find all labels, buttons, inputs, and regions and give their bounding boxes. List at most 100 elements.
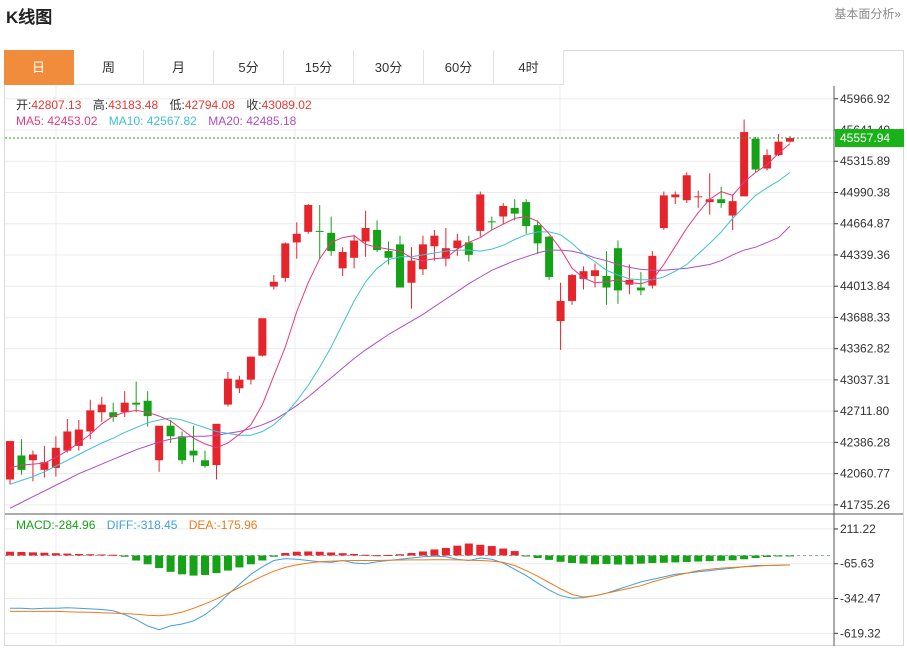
- candle-body: [418, 244, 427, 270]
- macd-bar: [384, 554, 393, 556]
- candle-body: [6, 441, 14, 480]
- macd-bar: [178, 555, 187, 575]
- ma10-label: MA10:: [108, 114, 144, 128]
- candle-body: [717, 199, 726, 204]
- open-label: 开:: [16, 98, 32, 112]
- macd-bar: [338, 553, 347, 556]
- macd-bar: [120, 555, 129, 557]
- ma20-value: 42485.18: [246, 114, 297, 128]
- macd-bar: [786, 555, 794, 557]
- candle-body: [430, 235, 439, 247]
- candle-body: [682, 175, 691, 201]
- price-tick-label: 43037.31: [840, 373, 890, 387]
- macd-tick-label: -619.32: [840, 626, 881, 640]
- candle-body: [384, 251, 393, 258]
- low-label: 低:: [169, 98, 185, 112]
- macd-bar: [613, 555, 622, 565]
- candle-body: [613, 248, 622, 291]
- candle-body: [258, 318, 267, 356]
- macd-bar: [625, 555, 634, 565]
- macd-bar: [17, 551, 26, 556]
- macd-bar: [763, 555, 772, 557]
- ma10-value: 42567.82: [146, 114, 197, 128]
- price-tick-label: 43362.82: [840, 342, 890, 356]
- price-tick-label: 44013.84: [840, 279, 890, 293]
- macd-bar: [510, 551, 519, 556]
- macd-bar: [522, 555, 531, 557]
- macd-bar: [774, 555, 783, 557]
- candle-body: [86, 410, 95, 432]
- macd-bar: [659, 555, 668, 563]
- price-tick-label: 42711.80: [840, 404, 889, 418]
- macd-label: MACD:: [16, 518, 55, 532]
- price-tick-label: 41735.26: [840, 498, 890, 512]
- macd-bar: [568, 555, 577, 564]
- candle-body: [556, 300, 565, 322]
- macd-bar: [281, 552, 290, 556]
- macd-bar: [246, 555, 255, 565]
- candle-body: [728, 201, 737, 216]
- high-value: 43183.48: [108, 98, 159, 112]
- macd-bar: [304, 551, 313, 556]
- macd-bar: [269, 555, 278, 557]
- macd-bar: [201, 555, 209, 575]
- dea-label: DEA:: [188, 518, 217, 532]
- macd-bar: [51, 553, 60, 556]
- macd-bar: [453, 545, 462, 556]
- ma20-label: MA20:: [208, 114, 243, 128]
- macd-bar: [694, 555, 703, 562]
- candle-body: [212, 423, 221, 466]
- candle-body: [659, 195, 668, 229]
- macd-bar: [533, 555, 542, 558]
- price-tick-label: 44339.36: [840, 248, 890, 262]
- candle-body: [269, 281, 278, 287]
- candle-body: [17, 455, 26, 470]
- candle-body: [361, 228, 370, 242]
- macd-bar: [476, 544, 485, 556]
- macd-bar: [407, 552, 416, 556]
- macd-bar: [28, 552, 37, 556]
- price-tick-label: 42386.28: [840, 435, 890, 449]
- macd-bar: [545, 555, 554, 560]
- macd-bar: [751, 555, 760, 558]
- macd-bar: [441, 547, 450, 556]
- current-price-value: 45557.94: [840, 131, 890, 145]
- candle-body: [407, 260, 416, 283]
- macd-bar: [40, 552, 49, 556]
- candle-body: [246, 356, 255, 380]
- macd-bar: [373, 555, 382, 557]
- candle-body: [499, 205, 508, 217]
- candle-body: [487, 221, 496, 223]
- macd-bar: [648, 555, 657, 564]
- low-value: 42794.08: [184, 98, 235, 112]
- candle-body: [533, 225, 542, 244]
- candle-body: [281, 243, 290, 278]
- macd-value: -284.96: [54, 518, 96, 532]
- candle-body: [636, 287, 645, 291]
- open-value: 42807.13: [31, 98, 82, 112]
- macd-bar: [63, 553, 72, 556]
- candle-body: [591, 270, 599, 277]
- macd-bar: [97, 554, 106, 556]
- macd-bar: [556, 555, 565, 562]
- macd-tick-label: -65.63: [840, 557, 874, 571]
- candle-body: [671, 194, 680, 198]
- candle-body: [751, 138, 760, 170]
- macd-bar: [728, 555, 737, 561]
- macd-bar: [430, 549, 439, 556]
- price-tick-label: 42060.77: [840, 467, 890, 481]
- close-label: 收:: [246, 98, 262, 112]
- macd-bar: [705, 555, 714, 562]
- macd-bar: [487, 546, 496, 556]
- dea-line: [10, 559, 791, 617]
- macd-bar: [327, 552, 336, 556]
- diff-value: -318.45: [136, 518, 178, 532]
- ohlc-info: 开:42807.13 高:43183.48 低:42794.08 收:43089…: [16, 96, 312, 113]
- macd-bar: [189, 555, 198, 576]
- macd-bar: [671, 555, 680, 563]
- macd-bar: [682, 555, 691, 563]
- candle-body: [350, 240, 359, 258]
- candle-body: [338, 252, 347, 269]
- macd-bar: [132, 555, 141, 561]
- price-tick-label: 44990.38: [840, 185, 890, 199]
